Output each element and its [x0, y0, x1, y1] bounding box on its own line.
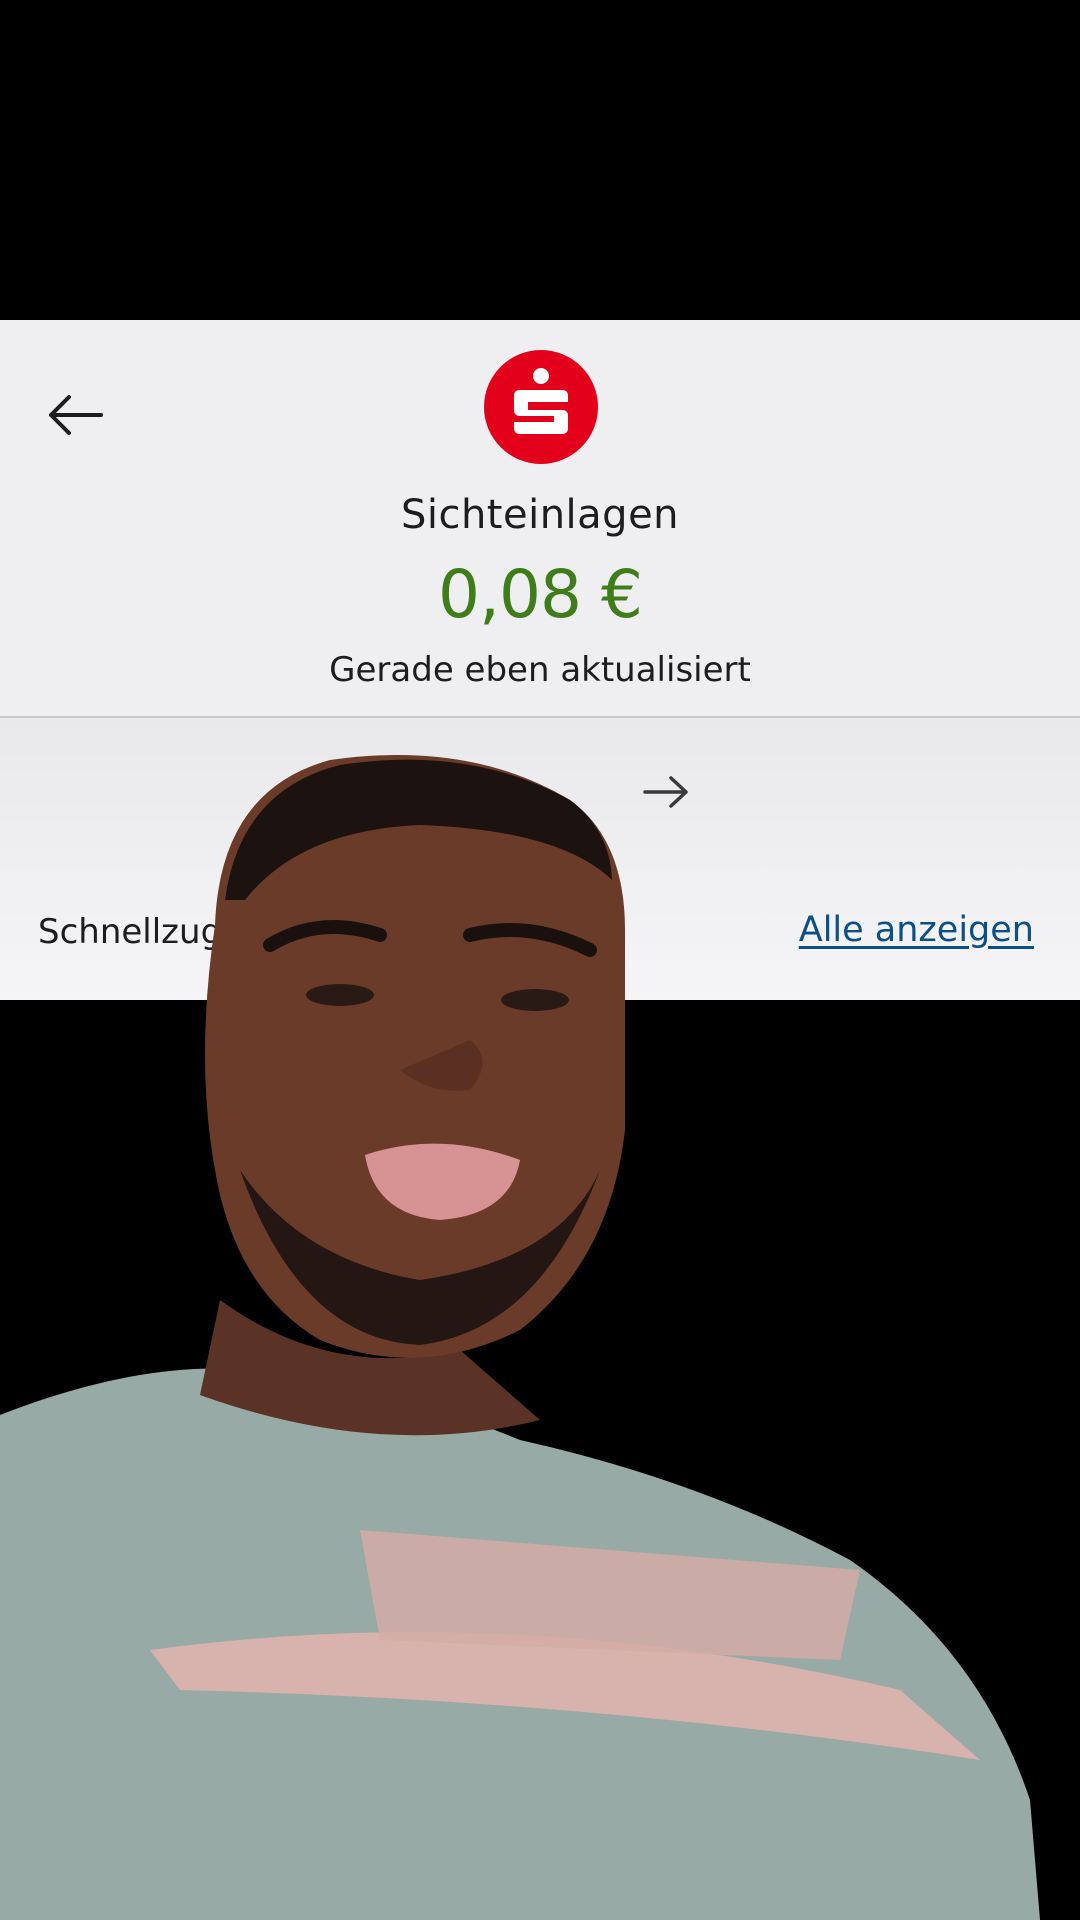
arrow-left-icon: [49, 395, 103, 435]
account-name: Sichteinlagen: [400, 492, 680, 538]
forward-button[interactable]: [636, 762, 696, 822]
quick-access-heading: Schnellzug: [38, 912, 223, 952]
shirt-print: [150, 1632, 980, 1760]
back-button[interactable]: [40, 380, 110, 450]
quick-access-panel: Schnellzug Alle anzeigen: [0, 718, 1080, 1000]
presenter-neck: [200, 1300, 540, 1436]
presenter-lips: [365, 1143, 520, 1220]
banking-app-screen: Sichteinlagen 0,08 € Gerade eben aktuali…: [0, 320, 1080, 1000]
account-header: Sichteinlagen 0,08 € Gerade eben aktuali…: [0, 320, 1080, 718]
presenter-beard: [240, 1170, 600, 1345]
presenter-shirt: [0, 1368, 1040, 1920]
account-balance: 0,08 €: [438, 556, 643, 633]
video-frame: Sichteinlagen 0,08 € Gerade eben aktuali…: [0, 0, 1080, 1920]
sparkasse-logo: [484, 350, 598, 464]
arrow-right-icon: [643, 776, 688, 808]
show-all-link[interactable]: Alle anzeigen: [799, 910, 1034, 950]
update-status: Gerade eben aktualisiert: [329, 650, 751, 690]
